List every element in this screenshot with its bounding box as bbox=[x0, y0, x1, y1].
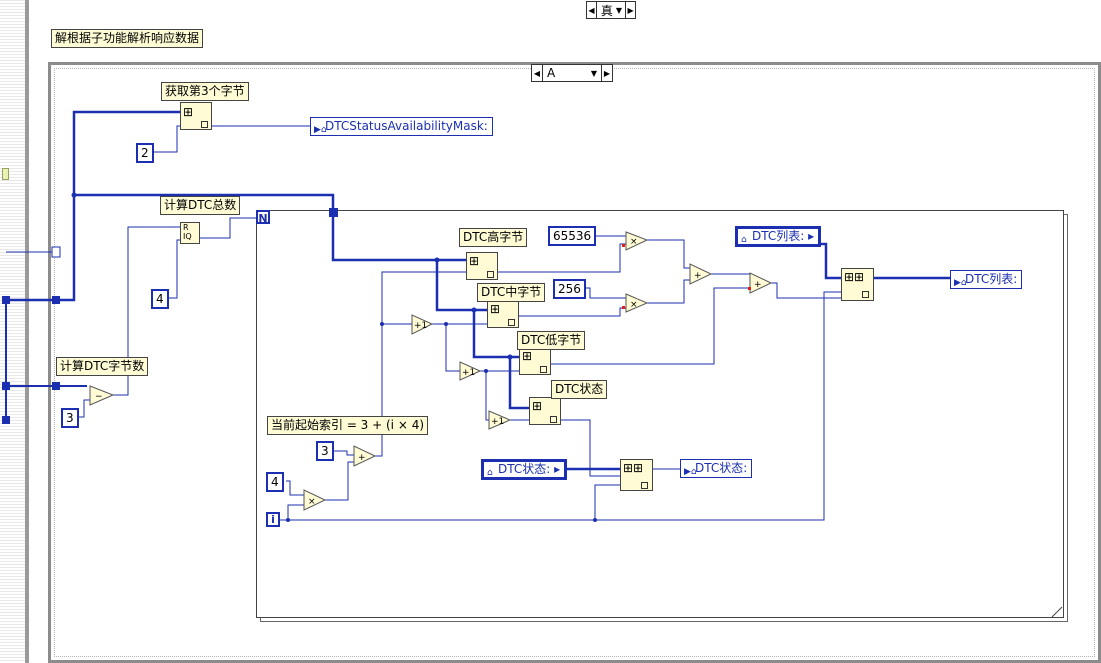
multiply-symbol: × bbox=[308, 497, 316, 507]
index-array-icon: ⊞ bbox=[469, 254, 480, 268]
constant-2[interactable]: 2 bbox=[136, 143, 154, 163]
mask-property-node[interactable]: ▶⌂ DTCStatusAvailabilityMask: bbox=[310, 117, 493, 136]
mask-property-label: DTCStatusAvailabilityMask: bbox=[325, 119, 488, 133]
house-icon: ▶⌂ bbox=[314, 125, 327, 135]
constant-3[interactable]: 3 bbox=[316, 441, 334, 461]
index-array-icon: ⊞ bbox=[183, 105, 194, 119]
dtc-status-write-node[interactable]: ▶⌂ DTC状态: bbox=[680, 459, 753, 478]
increment-symbol: +1 bbox=[414, 321, 427, 331]
add-symbol: + bbox=[754, 280, 762, 290]
house-icon: ⌂ bbox=[487, 468, 493, 478]
dtc-list-read-label: DTC列表: bbox=[752, 229, 805, 243]
increment-symbol: +1 bbox=[462, 368, 475, 378]
dtc-status-write-label: DTC状态: bbox=[695, 461, 748, 475]
constant-4[interactable]: 4 bbox=[266, 472, 284, 492]
dtc-high-label: DTC高字节 bbox=[459, 228, 528, 247]
start-index-label: 当前起始索引 = 3 + (i × 4) bbox=[267, 416, 429, 435]
constant-65536[interactable]: 65536 bbox=[548, 226, 597, 246]
port-icon bbox=[540, 366, 547, 373]
get-byte3-label: 获取第3个字节 bbox=[161, 82, 249, 101]
add-symbol: + bbox=[358, 453, 366, 463]
build-array-node[interactable]: ⊞⊞ bbox=[841, 268, 874, 301]
index-array-icon: ⊞ bbox=[490, 302, 501, 316]
calc-bytes-label: 计算DTC字节数 bbox=[56, 357, 149, 376]
port-icon bbox=[508, 319, 515, 326]
dtc-list-read-node[interactable]: ⌂ DTC列表: ▸ bbox=[735, 226, 822, 247]
add-symbol: + bbox=[694, 271, 702, 281]
index-array-icon: ⊞ bbox=[522, 349, 533, 363]
output-arrow-icon: ▸ bbox=[808, 229, 815, 243]
output-arrow-icon: ▸ bbox=[554, 462, 561, 476]
index-array-node[interactable]: ⊞ bbox=[466, 252, 498, 280]
dtc-status-read-node[interactable]: ⌂ DTC状态: ▸ bbox=[481, 459, 568, 480]
port-icon bbox=[550, 416, 557, 423]
multiply-symbol: × bbox=[630, 237, 638, 247]
quotient-icon: R IQ bbox=[183, 223, 192, 241]
index-array-node[interactable]: ⊞ bbox=[487, 300, 519, 328]
dtc-list-write-label: DTC列表: bbox=[965, 272, 1018, 286]
build-array-icon: ⊞⊞ bbox=[844, 270, 865, 284]
build-array-icon: ⊞⊞ bbox=[623, 461, 644, 475]
subtract-symbol: − bbox=[95, 392, 103, 402]
index-array-icon: ⊞ bbox=[532, 399, 543, 413]
dtc-list-write-node[interactable]: ▶⌂ DTC列表: bbox=[950, 270, 1023, 289]
multiply-symbol: × bbox=[630, 300, 638, 310]
dtc-low-label: DTC低字节 bbox=[517, 331, 586, 350]
house-icon: ⌂ bbox=[741, 235, 747, 245]
dtc-status-read-label: DTC状态: bbox=[498, 462, 551, 476]
constant-4[interactable]: 4 bbox=[151, 289, 169, 309]
constant-256[interactable]: 256 bbox=[553, 279, 586, 299]
index-array-node[interactable]: ⊞ bbox=[180, 102, 212, 130]
house-icon: ▶⌂ bbox=[684, 467, 697, 477]
quotient-remainder-node[interactable]: R IQ bbox=[180, 222, 200, 244]
port-icon bbox=[641, 482, 648, 489]
port-icon bbox=[487, 271, 494, 278]
index-array-node[interactable]: ⊞ bbox=[529, 397, 561, 425]
increment-symbol: +1 bbox=[491, 417, 504, 427]
dtc-status-label: DTC状态 bbox=[551, 380, 608, 399]
calc-total-label: 计算DTC总数 bbox=[160, 196, 241, 215]
build-array-node[interactable]: ⊞⊞ bbox=[620, 459, 653, 491]
port-icon bbox=[862, 291, 869, 298]
port-icon bbox=[201, 121, 208, 128]
house-icon: ▶⌂ bbox=[954, 278, 967, 288]
constant-3[interactable]: 3 bbox=[61, 408, 79, 428]
index-array-node[interactable]: ⊞ bbox=[519, 347, 551, 375]
dtc-mid-label: DTC中字节 bbox=[477, 283, 546, 302]
